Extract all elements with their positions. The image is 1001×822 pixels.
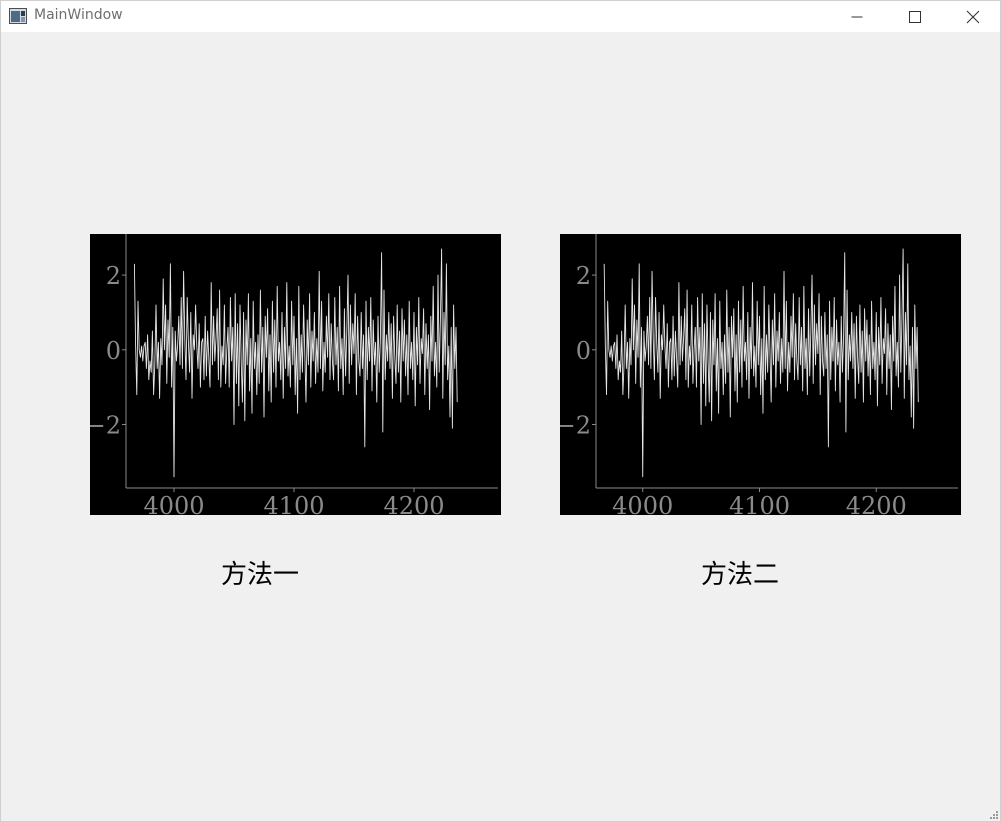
window-title: MainWindow (34, 7, 123, 23)
minimize-button[interactable] (834, 1, 880, 32)
x-tick-label: 4000 (612, 492, 673, 515)
y-tick-label: 0 (106, 337, 121, 365)
y-tick-label: 2 (106, 262, 121, 290)
caption-method-one: 方法一 (221, 560, 300, 590)
maximize-button[interactable] (892, 1, 938, 32)
plot-method-two: 2 0 −2 4000 4100 4200 (560, 234, 961, 515)
x-tick-label: 4200 (846, 492, 907, 515)
maximize-icon (909, 10, 921, 23)
series-line (603, 248, 919, 478)
y-tick-label: −2 (90, 412, 121, 440)
size-grip-icon[interactable] (988, 809, 998, 819)
caption-method-two: 方法二 (701, 560, 780, 590)
close-button[interactable] (950, 1, 996, 32)
y-tick-label: 2 (576, 262, 591, 290)
x-tick-label: 4100 (729, 492, 790, 515)
x-tick-label: 4100 (263, 492, 324, 515)
x-tick-label: 4200 (383, 492, 444, 515)
y-tick-label: −2 (560, 412, 591, 440)
main-window: MainWindow 2 0 −2 4000 4100 4200 2 0 −2 4000 4100… (0, 0, 1001, 822)
plot-method-one: 2 0 −2 4000 4100 4200 (90, 234, 501, 515)
series-line (133, 248, 458, 478)
close-icon (966, 10, 980, 23)
line-chart-method-one: 2 0 −2 4000 4100 4200 (90, 234, 498, 515)
title-bar[interactable]: MainWindow (1, 1, 1000, 32)
line-chart-method-two: 2 0 −2 4000 4100 4200 (560, 234, 958, 515)
x-tick-label: 4000 (143, 492, 204, 515)
app-icon (9, 8, 27, 24)
central-widget: 2 0 −2 4000 4100 4200 2 0 −2 4000 4100 4200 方法一 方法… (1, 32, 1000, 821)
y-tick-label: 0 (576, 337, 591, 365)
minimize-icon (851, 16, 863, 17)
